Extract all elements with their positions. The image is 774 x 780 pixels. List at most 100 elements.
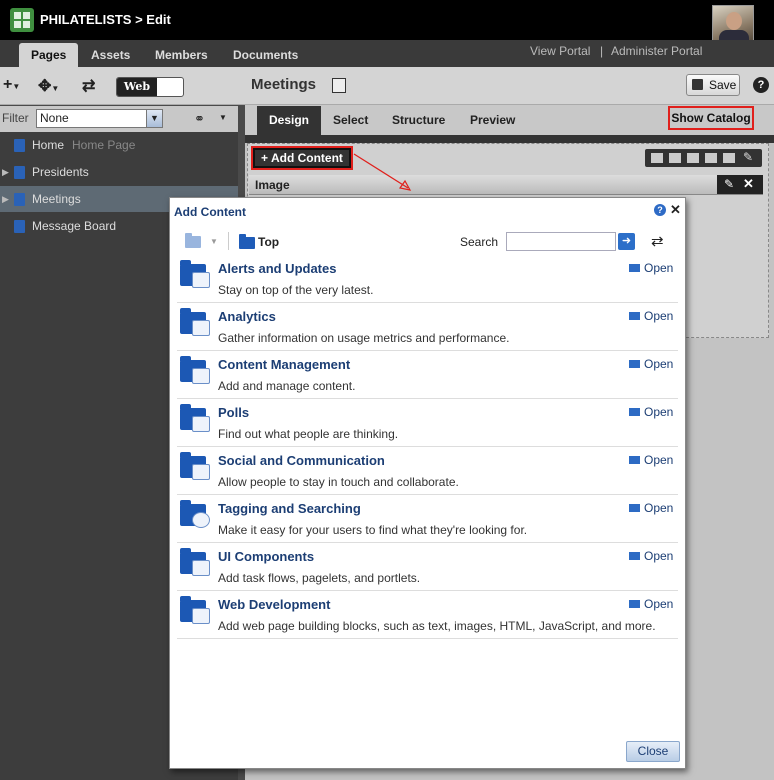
image-region-tools: ✎ ✕: [717, 175, 763, 194]
nav-tab-pages[interactable]: Pages: [19, 43, 79, 67]
category-description: Allow people to stay in touch and collab…: [218, 475, 459, 489]
category-description: Stay on top of the very latest.: [218, 283, 374, 297]
close-icon[interactable]: ✕: [670, 202, 681, 218]
open-folder-icon: [629, 456, 640, 464]
close-icon[interactable]: ✕: [743, 176, 754, 192]
category-title[interactable]: Analytics: [218, 309, 276, 324]
layout-columns-icon[interactable]: [705, 153, 717, 163]
annotation-arrow: [353, 153, 412, 191]
open-folder-icon: [629, 408, 640, 416]
open-label: Open: [644, 309, 674, 323]
category-description: Add web page building blocks, such as te…: [218, 619, 656, 633]
web-toggle-label: Web: [117, 78, 157, 96]
page-icon: [14, 166, 25, 179]
open-folder-icon: [629, 552, 640, 560]
social-folder-icon: [180, 452, 210, 480]
category-description: Add and manage content.: [218, 379, 356, 393]
category-title[interactable]: Alerts and Updates: [218, 261, 336, 276]
open-folder-icon: [629, 504, 640, 512]
move-icon[interactable]: ✥▼: [38, 76, 59, 96]
chevron-down-icon[interactable]: ▼: [210, 237, 218, 246]
ui-components-folder-icon: [180, 548, 210, 576]
layout-row-icon[interactable]: [687, 153, 699, 163]
expand-arrow-icon[interactable]: ▶: [2, 186, 9, 212]
add-box-icon[interactable]: [651, 153, 663, 163]
page-title: Meetings: [251, 76, 317, 93]
image-region-header: [249, 175, 763, 195]
view-portal-link[interactable]: View Portal: [530, 44, 590, 58]
save-icon: [692, 79, 703, 90]
app-logo-icon[interactable]: [10, 8, 34, 32]
page-properties-icon[interactable]: [332, 78, 346, 93]
folder-icon: [239, 234, 255, 249]
category-title[interactable]: UI Components: [218, 549, 314, 564]
category-title[interactable]: Content Management: [218, 357, 350, 372]
close-button[interactable]: Close: [626, 741, 680, 762]
catalog-row-alerts-and-updates[interactable]: Alerts and Updates Stay on top of the ve…: [177, 255, 678, 303]
expand-arrow-icon[interactable]: ▶: [2, 159, 9, 185]
search-label: Search: [460, 235, 499, 249]
divider: [228, 232, 229, 250]
layout-column-icon[interactable]: [723, 153, 735, 163]
wrench-icon[interactable]: ✎: [743, 150, 753, 164]
avatar[interactable]: [712, 5, 754, 45]
refresh-icon[interactable]: ⇄: [82, 76, 95, 96]
sidebar-item-label: Presidents: [32, 165, 89, 179]
catalog-row-tagging-and-searching[interactable]: Tagging and Searching Make it easy for y…: [177, 495, 678, 543]
tab-preview[interactable]: Preview: [470, 106, 515, 135]
category-title[interactable]: Tagging and Searching: [218, 501, 361, 516]
canvas-header: [245, 135, 774, 143]
save-button[interactable]: Save: [686, 74, 740, 96]
catalog-row-social-and-communication[interactable]: Social and Communication Allow people to…: [177, 447, 678, 495]
web-toggle[interactable]: Web: [116, 77, 184, 97]
add-content-label: + Add Content: [255, 150, 349, 166]
category-description: Add task flows, pagelets, and portlets.: [218, 571, 421, 585]
help-icon[interactable]: ?: [654, 204, 666, 216]
administer-portal-link[interactable]: Administer Portal: [611, 44, 702, 58]
layout-rows-icon[interactable]: [669, 153, 681, 163]
search-go-icon[interactable]: ➜: [618, 233, 635, 250]
open-label: Open: [644, 549, 674, 563]
category-title[interactable]: Polls: [218, 405, 249, 420]
polls-folder-icon: [180, 404, 210, 432]
add-content-button[interactable]: + Add Content: [251, 146, 353, 170]
breadcrumb-top[interactable]: Top: [258, 235, 279, 249]
nav-tab-assets[interactable]: Assets: [91, 43, 130, 67]
binoculars-icon[interactable]: ⚭: [194, 111, 205, 127]
open-label: Open: [644, 453, 674, 467]
sidebar-item-home[interactable]: Home Home Page: [0, 132, 238, 158]
wrench-icon[interactable]: ✎: [724, 177, 734, 191]
open-folder-icon: [629, 312, 640, 320]
open-label: Open: [644, 357, 674, 371]
catalog-row-analytics[interactable]: Analytics Gather information on usage me…: [177, 303, 678, 351]
open-label: Open: [644, 501, 674, 515]
show-catalog-button[interactable]: Show Catalog: [668, 106, 754, 130]
alerts-folder-icon: [180, 260, 210, 288]
layout-toolbar: ✎: [645, 149, 762, 167]
open-folder-icon: [629, 360, 640, 368]
catalog-row-content-management[interactable]: Content Management Add and manage conten…: [177, 351, 678, 399]
tab-select[interactable]: Select: [333, 106, 368, 135]
page-icon: [14, 193, 25, 206]
catalog-row-web-development[interactable]: Web Development Add web page building bl…: [177, 591, 678, 639]
catalog-row-ui-components[interactable]: UI Components Add task flows, pagelets, …: [177, 543, 678, 591]
nav-tab-members[interactable]: Members: [155, 43, 208, 67]
category-title[interactable]: Web Development: [218, 597, 330, 612]
nav-separator: |: [600, 44, 604, 58]
chevron-down-icon[interactable]: ▼: [219, 113, 227, 122]
sidebar-item-label: Message Board: [32, 219, 117, 233]
tab-design[interactable]: Design: [257, 106, 322, 135]
search-input[interactable]: [506, 232, 616, 251]
category-title[interactable]: Social and Communication: [218, 453, 385, 468]
tab-structure[interactable]: Structure: [392, 106, 445, 135]
image-region-label: Image: [255, 178, 290, 192]
page-icon: [14, 220, 25, 233]
filter-select[interactable]: None ▼: [36, 109, 163, 128]
sidebar-item-presidents[interactable]: ▶ Presidents: [0, 159, 238, 185]
up-folder-icon[interactable]: [185, 233, 201, 248]
refresh-icon[interactable]: ⇄: [651, 232, 664, 250]
catalog-row-polls[interactable]: Polls Find out what people are thinking.…: [177, 399, 678, 447]
help-icon[interactable]: ?: [753, 77, 769, 93]
nav-tab-documents[interactable]: Documents: [233, 43, 298, 67]
add-icon[interactable]: +▼: [3, 76, 20, 94]
